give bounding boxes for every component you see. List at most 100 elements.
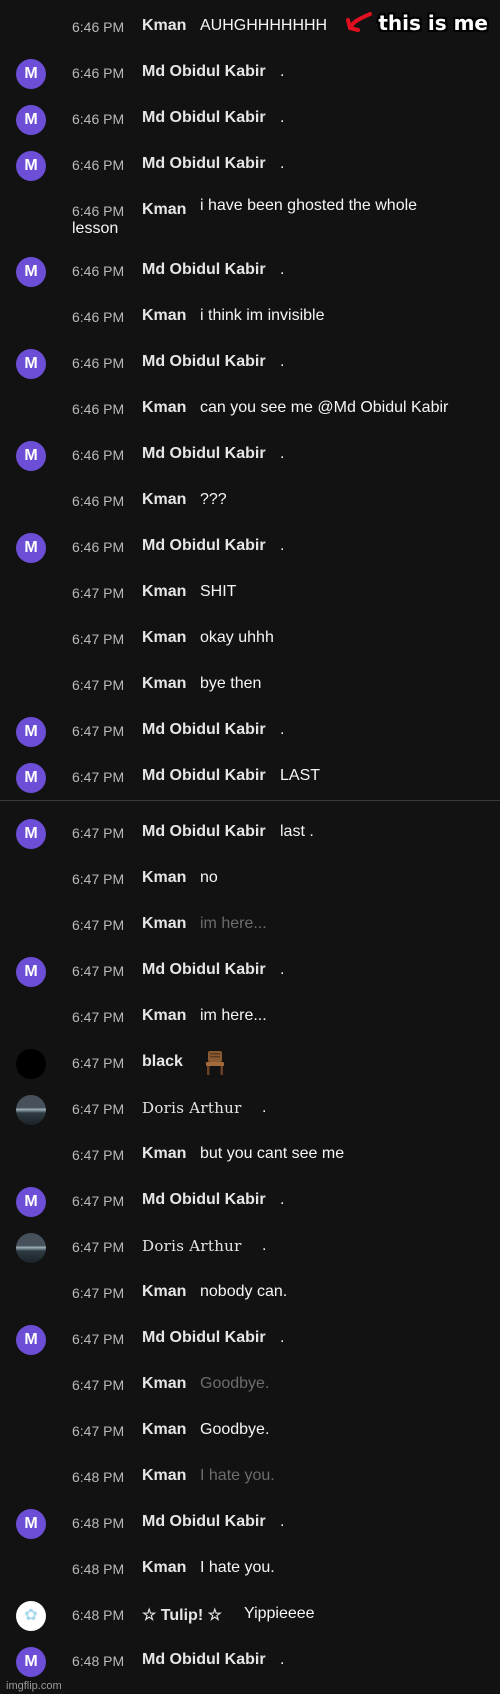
chat-message[interactable]: M 6:47 PM Md Obidul Kabir. — [0, 1316, 500, 1362]
chat-message[interactable]: 6:46 PM Kman i think im invisible — [0, 294, 500, 340]
user-avatar[interactable]: M — [16, 59, 46, 89]
chat-message[interactable]: 6:47 PM Kman Goodbye. — [0, 1408, 500, 1454]
message-author[interactable]: Kman — [142, 1283, 186, 1301]
user-avatar[interactable] — [16, 911, 46, 941]
user-avatar[interactable] — [16, 1049, 46, 1079]
message-author[interactable]: Md Obidul Kabir — [142, 823, 266, 841]
chat-message[interactable]: M 6:46 PM Md Obidul Kabir. — [0, 96, 500, 142]
chat-message[interactable]: M 6:47 PM Md Obidul Kabir. — [0, 948, 500, 994]
chat-message[interactable]: 6:47 PM Doris Arthur. — [0, 1224, 500, 1270]
user-avatar[interactable]: M — [16, 533, 46, 563]
message-author[interactable]: Kman — [142, 17, 186, 35]
message-author[interactable]: Md Obidul Kabir — [142, 63, 266, 81]
user-avatar[interactable]: M — [16, 1647, 46, 1677]
message-author[interactable]: Md Obidul Kabir — [142, 1329, 266, 1347]
chat-message[interactable]: M 6:47 PM Md Obidul Kabir last . — [0, 810, 500, 856]
user-avatar[interactable] — [16, 303, 46, 333]
message-author[interactable]: Kman — [142, 1559, 186, 1577]
message-author[interactable]: Kman — [142, 915, 186, 933]
user-avatar[interactable] — [16, 395, 46, 425]
message-author[interactable]: Md Obidul Kabir — [142, 353, 266, 371]
message-author[interactable]: Kman — [142, 1421, 186, 1439]
chat-message[interactable]: 6:47 PM Kman Goodbye. — [0, 1362, 500, 1408]
message-author[interactable]: Kman — [142, 675, 186, 693]
message-author[interactable]: Md Obidul Kabir — [142, 155, 266, 173]
chat-message[interactable]: M 6:46 PM Md Obidul Kabir. — [0, 50, 500, 96]
message-author[interactable]: Kman — [142, 583, 186, 601]
message-author[interactable]: Md Obidul Kabir — [142, 961, 266, 979]
chat-message[interactable]: M 6:47 PM Md Obidul Kabir. — [0, 708, 500, 754]
user-avatar[interactable]: M — [16, 441, 46, 471]
chat-message[interactable]: 6:47 PM Doris Arthur. — [0, 1086, 500, 1132]
message-author[interactable]: Md Obidul Kabir — [142, 537, 266, 555]
message-author[interactable]: black — [142, 1053, 183, 1071]
user-avatar[interactable]: M — [16, 763, 46, 793]
message-author[interactable]: Kman — [142, 1007, 186, 1025]
user-avatar[interactable]: M — [16, 151, 46, 181]
user-avatar[interactable]: M — [16, 957, 46, 987]
chat-message[interactable]: 6:47 PM Kman but you cant see me — [0, 1132, 500, 1178]
message-author[interactable]: Doris Arthur — [142, 1099, 242, 1117]
chat-message[interactable]: 6:47 PM Kman bye then — [0, 662, 500, 708]
message-author[interactable]: Md Obidul Kabir — [142, 109, 266, 127]
chat-message[interactable]: M 6:47 PM Md Obidul Kabir. — [0, 1178, 500, 1224]
user-avatar[interactable] — [16, 1601, 46, 1631]
user-avatar[interactable] — [16, 1555, 46, 1585]
user-avatar[interactable] — [16, 1095, 46, 1125]
chat-message[interactable]: 6:48 PM Kman I hate you. — [0, 1546, 500, 1592]
message-author[interactable]: ☆ Tulip! ☆ — [142, 1605, 222, 1625]
message-author[interactable]: Md Obidul Kabir — [142, 767, 266, 785]
user-avatar[interactable] — [16, 197, 46, 227]
chat-message[interactable]: M 6:46 PM Md Obidul Kabir. — [0, 340, 500, 386]
user-avatar[interactable] — [16, 579, 46, 609]
message-author[interactable]: Md Obidul Kabir — [142, 1513, 266, 1531]
message-author[interactable]: Kman — [142, 629, 186, 647]
message-author[interactable]: Kman — [142, 201, 186, 219]
chat-message[interactable]: M 6:48 PM Md Obidul Kabir. — [0, 1500, 500, 1546]
chat-message[interactable]: 6:47 PM black — [0, 1040, 500, 1086]
user-avatar[interactable]: M — [16, 349, 46, 379]
chat-message[interactable]: M 6:46 PM Md Obidul Kabir. — [0, 142, 500, 188]
user-avatar[interactable] — [16, 1463, 46, 1493]
user-avatar[interactable] — [16, 1233, 46, 1263]
message-author[interactable]: Md Obidul Kabir — [142, 721, 266, 739]
chat-message[interactable]: 6:47 PM Kman SHIT — [0, 570, 500, 616]
chat-message[interactable]: 6:46 PM Kman can you see me @Md Obidul Kab… — [0, 386, 500, 432]
user-avatar[interactable] — [16, 1417, 46, 1447]
chat-message[interactable]: 6:47 PM Kman okay uhhh — [0, 616, 500, 662]
user-avatar[interactable]: M — [16, 105, 46, 135]
chat-message[interactable]: 6:47 PM Kman no — [0, 856, 500, 902]
user-avatar[interactable]: M — [16, 819, 46, 849]
chat-message[interactable]: 6:47 PM Kman nobody can. — [0, 1270, 500, 1316]
user-avatar[interactable]: M — [16, 257, 46, 287]
message-author[interactable]: Md Obidul Kabir — [142, 261, 266, 279]
chat-message[interactable]: 6:46 PM Kman??? — [0, 478, 500, 524]
chat-message[interactable]: 6:46 PM Kman AUHGHHHHHHH this is me — [0, 4, 500, 50]
user-avatar[interactable] — [16, 1141, 46, 1171]
message-author[interactable]: Kman — [142, 491, 186, 509]
chat-message[interactable]: 6:47 PM Kman im here... — [0, 902, 500, 948]
user-avatar[interactable] — [16, 671, 46, 701]
chat-message[interactable]: M 6:48 PM Md Obidul Kabir. — [0, 1638, 500, 1684]
chat-message[interactable]: 6:48 PM ☆ Tulip! ☆ Yippieeee — [0, 1592, 500, 1638]
chat-message[interactable]: M 6:46 PM Md Obidul Kabir. — [0, 248, 500, 294]
user-avatar[interactable]: M — [16, 1187, 46, 1217]
user-avatar[interactable] — [16, 1003, 46, 1033]
user-avatar[interactable]: M — [16, 717, 46, 747]
user-avatar[interactable] — [16, 487, 46, 517]
user-avatar[interactable] — [16, 625, 46, 655]
user-avatar[interactable] — [16, 1279, 46, 1309]
user-avatar[interactable] — [16, 1371, 46, 1401]
chat-message[interactable]: 6:46 PM Kman i have been ghosted the whole… — [0, 188, 500, 237]
message-author[interactable]: Md Obidul Kabir — [142, 1651, 266, 1669]
message-author[interactable]: Kman — [142, 1145, 186, 1163]
message-author[interactable]: Kman — [142, 1375, 186, 1393]
chat-message[interactable]: M 6:46 PM Md Obidul Kabir. — [0, 432, 500, 478]
message-author[interactable]: Kman — [142, 1467, 186, 1485]
chat-message[interactable]: M 6:46 PM Md Obidul Kabir. — [0, 524, 500, 570]
message-author[interactable]: Kman — [142, 307, 186, 325]
user-avatar[interactable] — [16, 13, 46, 43]
message-author[interactable]: Md Obidul Kabir — [142, 1191, 266, 1209]
chat-message[interactable]: 6:48 PM Kman I hate you. — [0, 1454, 500, 1500]
chat-message[interactable]: 6:47 PM Kman im here... — [0, 994, 500, 1040]
